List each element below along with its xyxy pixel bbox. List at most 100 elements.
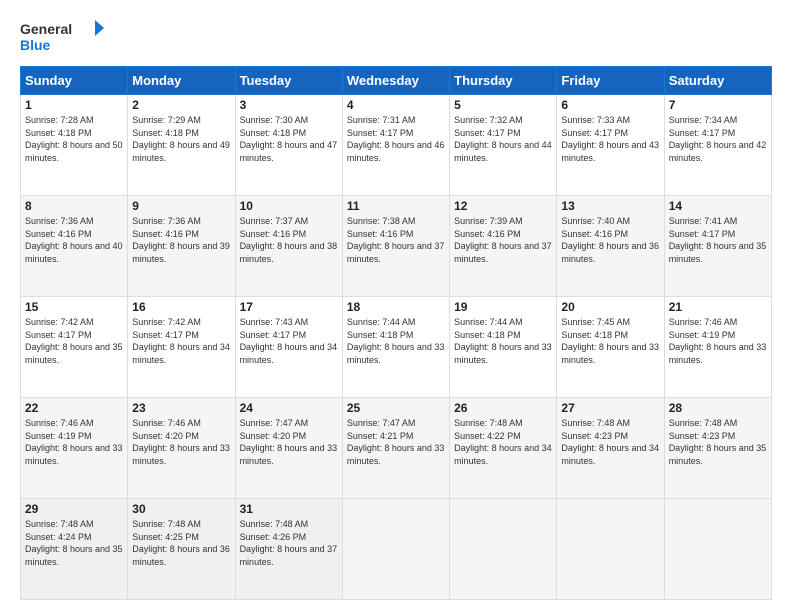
cell-details: Sunrise: 7:31 AMSunset: 4:17 PMDaylight:… [347, 115, 445, 163]
calendar-cell: 6 Sunrise: 7:33 AMSunset: 4:17 PMDaylight… [557, 95, 664, 196]
cell-details: Sunrise: 7:41 AMSunset: 4:17 PMDaylight:… [669, 216, 767, 264]
calendar-cell: 26Sunrise: 7:48 AMSunset: 4:22 PMDayligh… [450, 398, 557, 499]
cell-details: Sunrise: 7:46 AMSunset: 4:19 PMDaylight:… [25, 418, 123, 466]
svg-text:Blue: Blue [20, 37, 51, 53]
day-number: 14 [669, 199, 767, 213]
day-number: 27 [561, 401, 659, 415]
day-of-week-header: Friday [557, 67, 664, 95]
calendar-cell: 30 Sunrise: 7:48 AMSunset: 4:25 PMDayligh… [128, 499, 235, 600]
cell-details: Sunrise: 7:48 AMSunset: 4:22 PMDaylight:… [454, 418, 552, 466]
cell-details: Sunrise: 7:47 AMSunset: 4:20 PMDaylight:… [240, 418, 338, 466]
day-number: 23 [132, 401, 230, 415]
page: General Blue SundayMondayTuesdayWednesda… [0, 0, 792, 612]
day-of-week-header: Wednesday [342, 67, 449, 95]
calendar-cell: 19 Sunrise: 7:44 AMSunset: 4:18 PMDayligh… [450, 297, 557, 398]
calendar-week-row: 22 Sunrise: 7:46 AMSunset: 4:19 PMDayligh… [21, 398, 772, 499]
calendar-cell: 31 Sunrise: 7:48 AMSunset: 4:26 PMDayligh… [235, 499, 342, 600]
calendar-cell: 28 Sunrise: 7:48 AMSunset: 4:23 PMDayligh… [664, 398, 771, 499]
cell-details: Sunrise: 7:45 AMSunset: 4:18 PMDaylight:… [561, 317, 659, 365]
calendar-cell: 2 Sunrise: 7:29 AMSunset: 4:18 PMDaylight… [128, 95, 235, 196]
cell-details: Sunrise: 7:47 AMSunset: 4:21 PMDaylight:… [347, 418, 445, 466]
calendar-cell: 23 Sunrise: 7:46 AMSunset: 4:20 PMDayligh… [128, 398, 235, 499]
day-number: 28 [669, 401, 767, 415]
calendar-cell: 18 Sunrise: 7:44 AMSunset: 4:18 PMDayligh… [342, 297, 449, 398]
calendar-cell: 1Sunrise: 7:28 AMSunset: 4:18 PMDaylight… [21, 95, 128, 196]
calendar-week-row: 8 Sunrise: 7:36 AMSunset: 4:16 PMDaylight… [21, 196, 772, 297]
cell-details: Sunrise: 7:44 AMSunset: 4:18 PMDaylight:… [347, 317, 445, 365]
cell-details: Sunrise: 7:44 AMSunset: 4:18 PMDaylight:… [454, 317, 552, 365]
header: General Blue [20, 16, 772, 56]
cell-details: Sunrise: 7:40 AMSunset: 4:16 PMDaylight:… [561, 216, 659, 264]
cell-details: Sunrise: 7:38 AMSunset: 4:16 PMDaylight:… [347, 216, 445, 264]
cell-details: Sunrise: 7:37 AMSunset: 4:16 PMDaylight:… [240, 216, 338, 264]
day-number: 12 [454, 199, 552, 213]
cell-details: Sunrise: 7:48 AMSunset: 4:25 PMDaylight:… [132, 519, 230, 567]
cell-details: Sunrise: 7:46 AMSunset: 4:19 PMDaylight:… [669, 317, 767, 365]
day-number: 10 [240, 199, 338, 213]
calendar-cell [557, 499, 664, 600]
day-of-week-header: Thursday [450, 67, 557, 95]
day-number: 6 [561, 98, 659, 112]
calendar-cell: 7Sunrise: 7:34 AMSunset: 4:17 PMDaylight… [664, 95, 771, 196]
day-number: 25 [347, 401, 445, 415]
calendar-cell: 11 Sunrise: 7:38 AMSunset: 4:16 PMDayligh… [342, 196, 449, 297]
calendar-cell: 3 Sunrise: 7:30 AMSunset: 4:18 PMDaylight… [235, 95, 342, 196]
calendar-week-row: 15 Sunrise: 7:42 AMSunset: 4:17 PMDayligh… [21, 297, 772, 398]
day-of-week-header: Saturday [664, 67, 771, 95]
cell-details: Sunrise: 7:48 AMSunset: 4:24 PMDaylight:… [25, 519, 123, 567]
calendar-cell: 8 Sunrise: 7:36 AMSunset: 4:16 PMDaylight… [21, 196, 128, 297]
cell-details: Sunrise: 7:33 AMSunset: 4:17 PMDaylight:… [561, 115, 659, 163]
calendar-header-row: SundayMondayTuesdayWednesdayThursdayFrid… [21, 67, 772, 95]
calendar-cell: 22 Sunrise: 7:46 AMSunset: 4:19 PMDayligh… [21, 398, 128, 499]
day-number: 31 [240, 502, 338, 516]
day-number: 3 [240, 98, 338, 112]
day-number: 5 [454, 98, 552, 112]
day-number: 16 [132, 300, 230, 314]
day-number: 22 [25, 401, 123, 415]
day-number: 1 [25, 98, 123, 112]
calendar-cell: 15 Sunrise: 7:42 AMSunset: 4:17 PMDayligh… [21, 297, 128, 398]
day-number: 30 [132, 502, 230, 516]
calendar-cell: 12 Sunrise: 7:39 AMSunset: 4:16 PMDayligh… [450, 196, 557, 297]
day-number: 15 [25, 300, 123, 314]
logo-svg: General Blue [20, 16, 110, 56]
cell-details: Sunrise: 7:29 AMSunset: 4:18 PMDaylight:… [132, 115, 230, 163]
cell-details: Sunrise: 7:39 AMSunset: 4:16 PMDaylight:… [454, 216, 552, 264]
cell-details: Sunrise: 7:42 AMSunset: 4:17 PMDaylight:… [25, 317, 123, 365]
cell-details: Sunrise: 7:36 AMSunset: 4:16 PMDaylight:… [25, 216, 123, 264]
day-of-week-header: Sunday [21, 67, 128, 95]
day-number: 8 [25, 199, 123, 213]
day-number: 24 [240, 401, 338, 415]
day-number: 11 [347, 199, 445, 213]
calendar-cell [342, 499, 449, 600]
calendar-cell: 5Sunrise: 7:32 AMSunset: 4:17 PMDaylight… [450, 95, 557, 196]
calendar-cell: 27 Sunrise: 7:48 AMSunset: 4:23 PMDayligh… [557, 398, 664, 499]
calendar-cell: 21Sunrise: 7:46 AMSunset: 4:19 PMDayligh… [664, 297, 771, 398]
calendar-table: SundayMondayTuesdayWednesdayThursdayFrid… [20, 66, 772, 600]
day-number: 17 [240, 300, 338, 314]
calendar-cell: 29Sunrise: 7:48 AMSunset: 4:24 PMDayligh… [21, 499, 128, 600]
day-number: 4 [347, 98, 445, 112]
cell-details: Sunrise: 7:48 AMSunset: 4:23 PMDaylight:… [669, 418, 767, 466]
cell-details: Sunrise: 7:48 AMSunset: 4:26 PMDaylight:… [240, 519, 338, 567]
cell-details: Sunrise: 7:30 AMSunset: 4:18 PMDaylight:… [240, 115, 338, 163]
logo: General Blue [20, 16, 110, 56]
day-number: 19 [454, 300, 552, 314]
day-number: 2 [132, 98, 230, 112]
calendar-cell: 9Sunrise: 7:36 AMSunset: 4:16 PMDaylight… [128, 196, 235, 297]
calendar-cell: 4 Sunrise: 7:31 AMSunset: 4:17 PMDaylight… [342, 95, 449, 196]
day-number: 9 [132, 199, 230, 213]
calendar-cell: 16Sunrise: 7:42 AMSunset: 4:17 PMDayligh… [128, 297, 235, 398]
cell-details: Sunrise: 7:46 AMSunset: 4:20 PMDaylight:… [132, 418, 230, 466]
cell-details: Sunrise: 7:43 AMSunset: 4:17 PMDaylight:… [240, 317, 338, 365]
day-of-week-header: Monday [128, 67, 235, 95]
calendar-cell [664, 499, 771, 600]
calendar-cell: 20Sunrise: 7:45 AMSunset: 4:18 PMDayligh… [557, 297, 664, 398]
calendar-cell: 10 Sunrise: 7:37 AMSunset: 4:16 PMDayligh… [235, 196, 342, 297]
calendar-cell [450, 499, 557, 600]
day-number: 7 [669, 98, 767, 112]
cell-details: Sunrise: 7:48 AMSunset: 4:23 PMDaylight:… [561, 418, 659, 466]
day-number: 18 [347, 300, 445, 314]
calendar-cell: 14 Sunrise: 7:41 AMSunset: 4:17 PMDayligh… [664, 196, 771, 297]
day-of-week-header: Tuesday [235, 67, 342, 95]
